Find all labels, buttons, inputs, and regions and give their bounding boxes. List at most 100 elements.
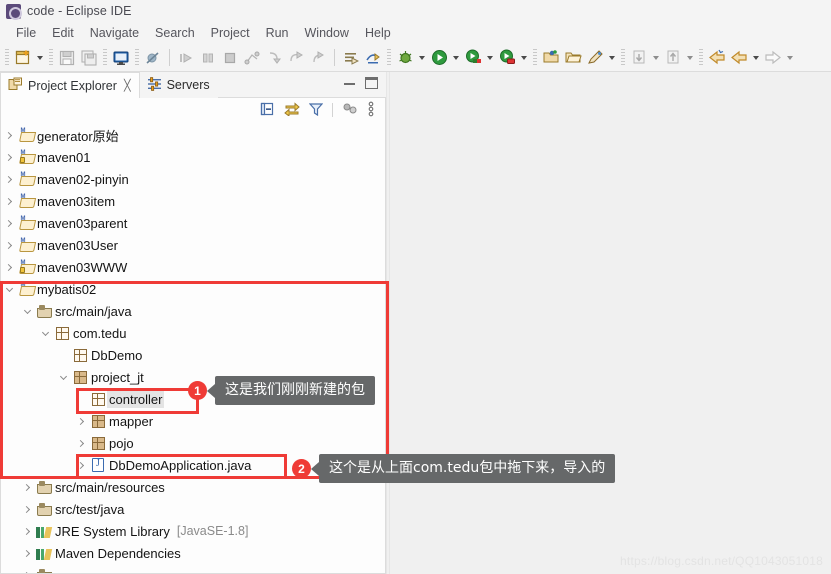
chevron-right-icon[interactable] bbox=[73, 410, 89, 432]
chevron-right-icon[interactable] bbox=[1, 234, 17, 256]
tree-row-jre-system-library[interactable]: JRE System Library [JavaSE-1.8] bbox=[1, 520, 385, 542]
use-step-filters-icon[interactable] bbox=[362, 47, 384, 69]
chevron-down-icon[interactable] bbox=[19, 300, 35, 322]
toolbar-grip-6[interactable] bbox=[533, 48, 537, 67]
chevron-right-icon[interactable] bbox=[73, 454, 89, 476]
toolbar-grip-7[interactable] bbox=[621, 48, 625, 67]
maven-project-icon: M bbox=[17, 124, 36, 146]
new-wizard-dropdown-arrow[interactable] bbox=[34, 47, 46, 69]
menu-search[interactable]: Search bbox=[147, 24, 203, 42]
menu-window[interactable]: Window bbox=[297, 24, 357, 42]
tree-row-generator[interactable]: M generator原始 bbox=[1, 124, 385, 146]
menu-run[interactable]: Run bbox=[258, 24, 297, 42]
disconnect-icon bbox=[241, 47, 263, 69]
menu-navigate[interactable]: Navigate bbox=[82, 24, 147, 42]
editor-area bbox=[390, 72, 831, 574]
tree-row-project-jt[interactable]: project_jt bbox=[1, 366, 385, 388]
chevron-right-icon[interactable] bbox=[1, 256, 17, 278]
maximize-view-button[interactable] bbox=[365, 76, 378, 89]
minimize-view-button[interactable] bbox=[344, 81, 355, 85]
chevron-right-icon[interactable] bbox=[19, 520, 35, 542]
back-icon[interactable] bbox=[728, 47, 750, 69]
chevron-right-icon[interactable] bbox=[1, 168, 17, 190]
collapse-all-icon[interactable] bbox=[260, 102, 275, 119]
chevron-right-icon[interactable] bbox=[1, 212, 17, 234]
tree-row-dbdemoapplication[interactable]: DbDemoApplication.java bbox=[1, 454, 385, 476]
chevron-right-icon[interactable] bbox=[1, 146, 17, 168]
chevron-right-icon[interactable] bbox=[19, 476, 35, 498]
external-tools-dropdown-arrow[interactable] bbox=[518, 47, 530, 69]
link-with-editor-icon[interactable] bbox=[284, 101, 300, 119]
menu-help[interactable]: Help bbox=[357, 24, 399, 42]
tree-row-mapper[interactable]: mapper bbox=[1, 410, 385, 432]
run-coverage-dropdown-arrow[interactable] bbox=[484, 47, 496, 69]
new-class-icon[interactable] bbox=[584, 47, 606, 69]
chevron-down-icon[interactable] bbox=[55, 366, 71, 388]
toolbar-grip-2[interactable] bbox=[49, 48, 53, 67]
close-icon[interactable]: ╳ bbox=[124, 79, 131, 92]
chevron-right-icon[interactable] bbox=[19, 498, 35, 520]
tree-row-maven03user[interactable]: M maven03User bbox=[1, 234, 385, 256]
toolbar-grip-4[interactable] bbox=[135, 48, 139, 67]
toolbar-grip-5[interactable] bbox=[387, 48, 391, 67]
tab-label: Project Explorer bbox=[28, 78, 117, 93]
menu-file[interactable]: File bbox=[8, 24, 44, 42]
source-folder-icon bbox=[35, 564, 53, 573]
filter-icon[interactable] bbox=[308, 102, 324, 119]
debug-dropdown-arrow[interactable] bbox=[416, 47, 428, 69]
toolbar-grip[interactable] bbox=[5, 48, 9, 67]
view-menu-icon[interactable] bbox=[367, 101, 375, 120]
next-annotation-dropdown-arrow[interactable] bbox=[684, 47, 696, 69]
external-tools-icon[interactable] bbox=[496, 47, 518, 69]
previous-annotation-dropdown-arrow[interactable] bbox=[650, 47, 662, 69]
tree-label: src/main/resources bbox=[55, 479, 165, 495]
tree-row-maven03item[interactable]: M maven03item bbox=[1, 190, 385, 212]
tree-row-com-tedu[interactable]: com.tedu bbox=[1, 322, 385, 344]
tree-row-dbdemo[interactable]: DbDemo bbox=[1, 344, 385, 366]
tree-row-maven03parent[interactable]: M maven03parent bbox=[1, 212, 385, 234]
chevron-right-icon[interactable] bbox=[19, 542, 35, 564]
back-dropdown-arrow[interactable] bbox=[750, 47, 762, 69]
new-class-dropdown-arrow[interactable] bbox=[606, 47, 618, 69]
tree-row-maven03www[interactable]: M maven03WWW bbox=[1, 256, 385, 278]
chevron-right-icon[interactable] bbox=[1, 190, 17, 212]
tree-row-mybatis02[interactable]: M mybatis02 bbox=[1, 278, 385, 300]
maven-project-warning-icon: M bbox=[17, 256, 36, 278]
run-dropdown-arrow[interactable] bbox=[450, 47, 462, 69]
new-wizard-icon[interactable] bbox=[12, 47, 34, 69]
open-type-icon[interactable] bbox=[562, 47, 584, 69]
chevron-down-icon[interactable] bbox=[1, 278, 17, 300]
package-filled-icon bbox=[89, 410, 107, 432]
tree-row-maven01[interactable]: M maven01 bbox=[1, 146, 385, 168]
debug-icon[interactable] bbox=[394, 47, 416, 69]
tree-row-maven02-pinyin[interactable]: M maven02-pinyin bbox=[1, 168, 385, 190]
tree-label: JRE System Library bbox=[55, 523, 170, 539]
run-coverage-icon[interactable] bbox=[462, 47, 484, 69]
toolbar-grip-3[interactable] bbox=[103, 48, 107, 67]
tree-row-src-main-java[interactable]: src/main/java bbox=[1, 300, 385, 322]
tab-servers[interactable]: Servers bbox=[140, 72, 218, 98]
tree-row-controller[interactable]: controller bbox=[1, 388, 385, 410]
focus-on-active-task-icon[interactable] bbox=[342, 102, 358, 119]
project-tree[interactable]: M generator原始 M maven01 M maven02-pinyin bbox=[0, 122, 386, 574]
menu-edit[interactable]: Edit bbox=[44, 24, 82, 42]
chevron-right-icon[interactable] bbox=[1, 124, 17, 146]
chevron-right-icon[interactable] bbox=[73, 432, 89, 454]
new-java-package-icon[interactable] bbox=[540, 47, 562, 69]
tree-row-maven-dependencies[interactable]: Maven Dependencies bbox=[1, 542, 385, 564]
tab-project-explorer[interactable]: Project Explorer ╳ bbox=[0, 72, 140, 98]
chevron-down-icon[interactable] bbox=[37, 322, 53, 344]
run-to-line-icon[interactable] bbox=[340, 47, 362, 69]
tree-row-pojo[interactable]: pojo bbox=[1, 432, 385, 454]
last-edit-location-icon[interactable] bbox=[706, 47, 728, 69]
main-toolbar bbox=[0, 44, 831, 72]
menu-project[interactable]: Project bbox=[203, 24, 258, 42]
chevron-right-icon[interactable] bbox=[19, 564, 35, 573]
tree-row-partial[interactable] bbox=[1, 564, 385, 573]
run-icon[interactable] bbox=[428, 47, 450, 69]
console-icon[interactable] bbox=[110, 47, 132, 69]
forward-dropdown-arrow[interactable] bbox=[784, 47, 796, 69]
tree-row-src-main-resources[interactable]: src/main/resources bbox=[1, 476, 385, 498]
tree-row-src-test-java[interactable]: src/test/java bbox=[1, 498, 385, 520]
toolbar-grip-8[interactable] bbox=[699, 48, 703, 67]
